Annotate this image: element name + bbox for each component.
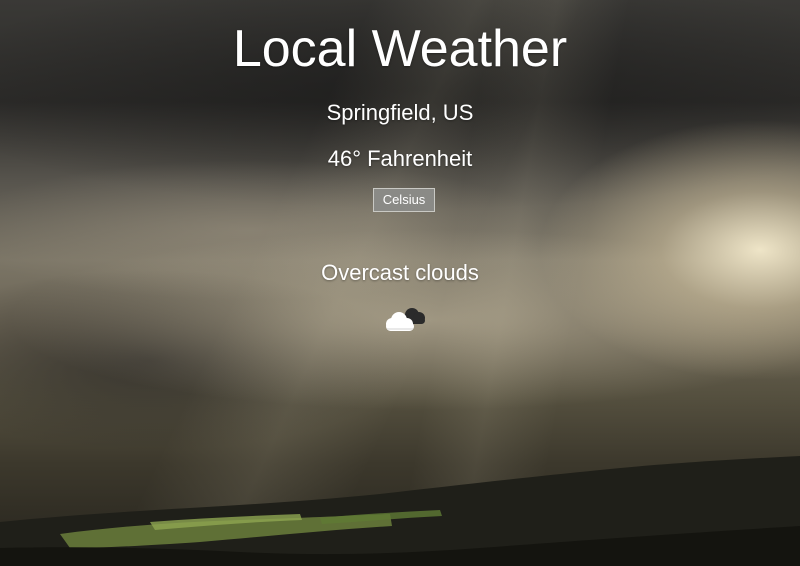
overcast-clouds-icon xyxy=(386,308,425,331)
landscape-hills xyxy=(0,456,800,566)
condition-label: Overcast clouds xyxy=(321,260,479,285)
weather-background: Local Weather Springfield, US 46° Fahren… xyxy=(0,0,800,566)
unit-toggle-button[interactable]: Celsius xyxy=(373,188,435,212)
location-label: Springfield, US xyxy=(326,100,474,125)
page-title: Local Weather xyxy=(232,20,568,78)
temperature-label: 46° Fahrenheit xyxy=(327,146,473,171)
